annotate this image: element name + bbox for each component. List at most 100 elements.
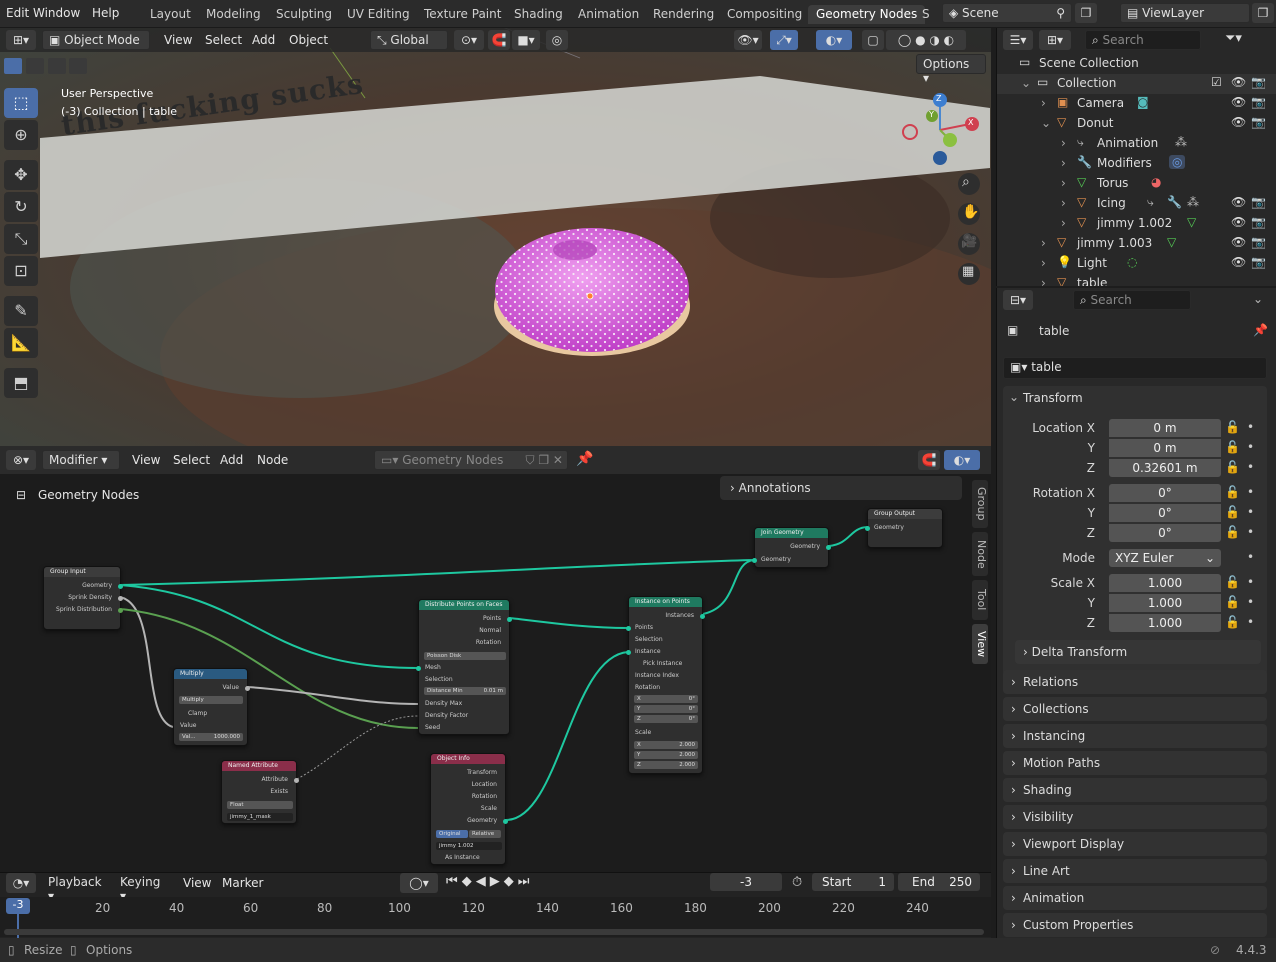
attribute-name-field[interactable]: jimmy_1_mask <box>227 813 293 821</box>
display-mode-icon[interactable]: ⊞▾ <box>1039 30 1071 50</box>
output-socket[interactable] <box>245 686 250 691</box>
playback-menu[interactable]: Playback ▾ <box>42 873 112 903</box>
play-reverse-icon[interactable]: ◀ <box>476 874 490 889</box>
lock-icon[interactable]: 🔓 <box>1225 595 1240 609</box>
tab-shading[interactable]: Shading <box>506 5 571 24</box>
camera-render-icon[interactable]: 📷 <box>1251 75 1266 89</box>
pan-hand-icon[interactable]: ✋ <box>962 204 979 220</box>
keyframe-dot-icon[interactable]: • <box>1247 615 1254 629</box>
panel-line-art[interactable]: › Line Art <box>1003 859 1267 883</box>
input-socket[interactable] <box>626 626 631 631</box>
chevron-down-icon[interactable]: ⌄ <box>1253 292 1263 306</box>
prev-key-icon[interactable]: ◆ <box>462 874 476 889</box>
play-icon[interactable]: ▶ <box>490 874 504 889</box>
lock-icon[interactable]: 🔓 <box>1225 485 1240 499</box>
viewport-menu-view[interactable]: View <box>164 33 192 47</box>
snap-target-icon[interactable]: ■▾ <box>512 30 540 50</box>
value-field[interactable]: Val... 1000.000 <box>179 733 243 741</box>
node-object-info[interactable]: Object Info Transform Location Rotation … <box>430 753 508 865</box>
distance-min-field[interactable]: Distance Min 0.01 m <box>424 687 506 695</box>
tab-sculpting[interactable]: Sculpting <box>268 5 340 24</box>
location-y-field[interactable]: 0 m <box>1109 439 1221 457</box>
chevron-right-icon[interactable]: › <box>1061 136 1066 150</box>
shading-modes-icon[interactable]: ◯ ● ◑ ◐ <box>886 30 966 50</box>
lock-icon[interactable]: 🔓 <box>1225 460 1240 474</box>
rotation-y-field[interactable]: Y 0° <box>634 705 698 713</box>
operation-dropdown[interactable]: Multiply <box>179 696 243 704</box>
view-layer-selector[interactable]: ▤ ViewLayer <box>1120 3 1250 23</box>
keyframe-dot-icon[interactable]: • <box>1247 595 1254 609</box>
tab-rendering[interactable]: Rendering <box>645 5 722 24</box>
camera-render-icon[interactable]: 📷 <box>1251 115 1266 129</box>
menu-edit[interactable]: Edit <box>6 6 29 20</box>
keying-menu[interactable]: Keying ▾ <box>114 873 176 903</box>
menu-help[interactable]: Help <box>92 6 119 20</box>
filter-icon[interactable]: ⏷▾ <box>1225 31 1242 46</box>
delta-transform-subpanel[interactable]: › Delta Transform <box>1015 640 1261 664</box>
outliner-row-jimmy-1-002[interactable]: › ▽ jimmy 1.002 ▽ 👁 📷 <box>997 214 1276 234</box>
tab-uv-editing[interactable]: UV Editing <box>339 5 418 24</box>
keyframe-dot-icon[interactable]: • <box>1247 525 1254 539</box>
lock-icon[interactable]: 🔓 <box>1225 420 1240 434</box>
outliner-row-icing[interactable]: › ▽ Icing ⤷ 🔧 ⁂ 👁 📷 <box>997 194 1276 214</box>
properties-search[interactable]: ⌕ Search <box>1073 290 1191 310</box>
current-frame-field[interactable]: -3 <box>710 873 782 891</box>
transform-header[interactable]: Transform <box>1023 391 1083 405</box>
select-mode-buttons[interactable] <box>4 58 104 78</box>
scale-y-field[interactable]: 1.000 <box>1109 594 1221 612</box>
lock-icon[interactable]: 🔓 <box>1225 440 1240 454</box>
node-distribute-points[interactable]: Distribute Points on Faces Points Normal… <box>416 599 512 735</box>
distribute-method-dropdown[interactable]: Poisson Disk <box>424 652 506 660</box>
ortho-grid-icon[interactable]: ▦ <box>962 264 974 279</box>
camera-render-icon[interactable]: 📷 <box>1251 195 1266 209</box>
object-name-field[interactable]: ▣▾ table <box>1003 357 1267 379</box>
node-group-input[interactable]: Group Input Geometry Sprink Density Spri… <box>43 566 123 630</box>
xray-icon[interactable]: ▢ <box>862 30 884 50</box>
outliner-row-donut[interactable]: ⌄ ▽ Donut 👁 📷 <box>997 114 1276 134</box>
select-extend-icon[interactable] <box>25 58 44 74</box>
select-new-icon[interactable] <box>4 58 22 74</box>
chevron-right-icon[interactable]: › <box>1061 196 1066 210</box>
pin-icon[interactable]: 📌 <box>1253 323 1268 337</box>
output-socket[interactable] <box>294 778 299 783</box>
geometry-node-editor[interactable]: ⊗▾ Modifier ▾ View Select Add Node ▭▾ Ge… <box>0 446 991 872</box>
viewport-menu-object[interactable]: Object <box>289 33 328 47</box>
keyframe-dot-icon[interactable]: • <box>1247 485 1254 499</box>
location-x-field[interactable]: 0 m <box>1109 419 1221 437</box>
tab-layout[interactable]: Layout <box>142 5 199 24</box>
panel-animation[interactable]: › Animation <box>1003 886 1267 910</box>
outliner-row-light[interactable]: › 💡 Light ◌ 👁 📷 <box>997 254 1276 274</box>
keyframe-dot-icon[interactable]: • <box>1247 440 1254 454</box>
chevron-down-icon[interactable]: ⌄ <box>1021 76 1031 90</box>
overlay-toggle-icon[interactable]: ◐▾ <box>816 30 852 50</box>
rotate-tool-icon[interactable]: ↻ <box>4 192 38 222</box>
input-socket[interactable] <box>865 526 870 531</box>
camera-render-icon[interactable]: 📷 <box>1251 235 1266 249</box>
select-subtract-icon[interactable] <box>47 58 66 74</box>
panel-collections[interactable]: › Collections <box>1003 697 1267 721</box>
input-socket[interactable] <box>416 666 421 671</box>
panel-viewport-display[interactable]: › Viewport Display <box>1003 832 1267 856</box>
output-socket[interactable] <box>118 584 123 589</box>
keyframe-dot-icon[interactable]: • <box>1247 460 1254 474</box>
zoom-icon[interactable]: ⌕ <box>962 174 970 190</box>
lock-icon[interactable]: 🔓 <box>1225 615 1240 629</box>
output-socket[interactable] <box>118 596 123 601</box>
lock-icon[interactable]: 🔓 <box>1225 505 1240 519</box>
tab-modeling[interactable]: Modeling <box>198 5 269 24</box>
next-key-icon[interactable]: ◆ <box>504 874 518 889</box>
auto-key-icon[interactable]: ◯▾ <box>400 873 438 893</box>
outliner-row-scene-collection[interactable]: ▭ Scene Collection <box>997 54 1276 74</box>
stopwatch-icon[interactable]: ⏱ <box>792 875 802 890</box>
outliner-editor-icon[interactable]: ☰▾ <box>1003 30 1033 50</box>
chevron-right-icon[interactable]: › <box>1061 216 1066 230</box>
checkbox-icon[interactable]: ☑ <box>1211 75 1222 89</box>
panel-relations[interactable]: › Relations <box>1003 670 1267 694</box>
outliner[interactable]: ☰▾ ⊞▾ ⌕ Search ⏷▾ ▭ Scene Collection ⌄ ▭… <box>996 28 1276 286</box>
scale-y-field[interactable]: Y 2.000 <box>634 751 698 759</box>
scale-x-field[interactable]: X 2.000 <box>634 741 698 749</box>
chevron-right-icon[interactable]: › <box>1041 256 1046 270</box>
select-box-tool-icon[interactable]: ⬚ <box>4 88 38 118</box>
mode-selector[interactable]: ▣ Object Mode <box>42 30 150 50</box>
eye-icon[interactable]: 👁 <box>1231 195 1246 209</box>
